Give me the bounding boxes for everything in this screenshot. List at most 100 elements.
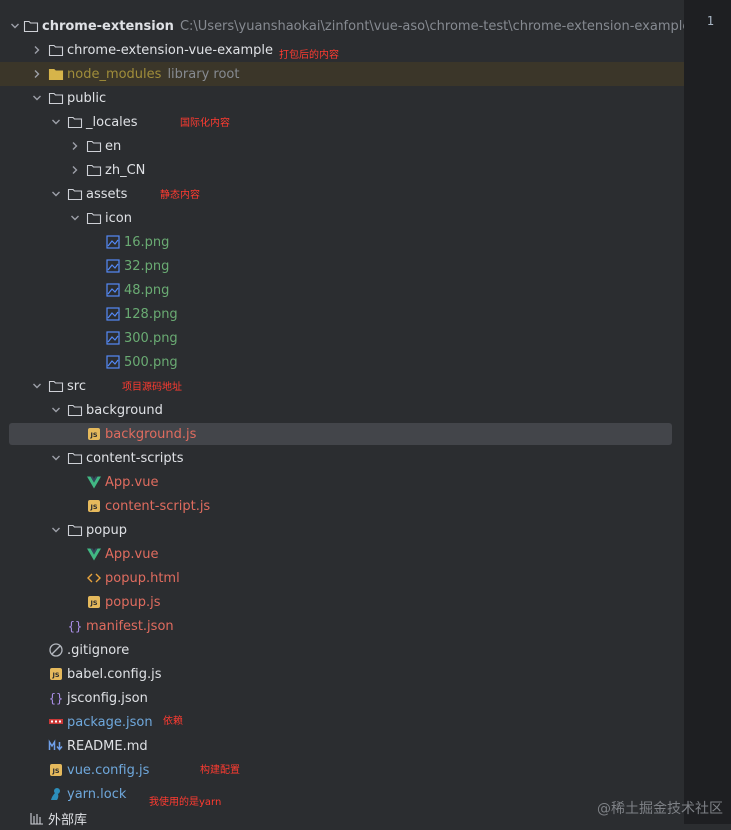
tree-item-external-libraries[interactable]: 外部库: [0, 806, 684, 830]
tree-item-file[interactable]: 128.png: [0, 302, 684, 326]
annotation-source: 项目源码地址: [122, 378, 182, 393]
chevron-down-icon[interactable]: [48, 522, 64, 538]
tree-item-folder[interactable]: popup: [0, 518, 684, 542]
tree-item-label: popup: [86, 523, 127, 538]
chevron-down-icon[interactable]: [48, 114, 64, 130]
folder-icon: [48, 90, 64, 106]
folder-icon: [67, 186, 83, 202]
tree-item-label: 128.png: [124, 307, 178, 322]
json-file-icon: {}: [48, 690, 64, 706]
image-file-icon: [105, 258, 121, 274]
tree-item-label: content-script.js: [105, 499, 210, 514]
tree-item-file[interactable]: package.json: [0, 710, 684, 734]
folder-icon: [48, 42, 64, 58]
line-number: 1: [707, 14, 714, 28]
html-file-icon: [86, 570, 102, 586]
markdown-file-icon: [48, 738, 64, 754]
image-file-icon: [105, 330, 121, 346]
svg-text:{}: {}: [49, 692, 63, 706]
chevron-down-icon[interactable]: [67, 210, 83, 226]
tree-item-file[interactable]: 16.png: [0, 230, 684, 254]
tree-item-file[interactable]: 500.png: [0, 350, 684, 374]
tree-item-file[interactable]: 32.png: [0, 254, 684, 278]
tree-item-file[interactable]: JS vue.config.js: [0, 758, 684, 782]
vue-file-icon: [86, 546, 102, 562]
folder-icon: [86, 162, 102, 178]
tree-item-file[interactable]: JS babel.config.js: [0, 662, 684, 686]
watermark: @稀土掘金技术社区: [597, 798, 723, 818]
annotation-static: 静态内容: [160, 186, 200, 201]
library-folder-icon: [48, 66, 64, 82]
tree-item-label: 48.png: [124, 283, 169, 298]
tree-item-file[interactable]: .gitignore: [0, 638, 684, 662]
tree-item-folder[interactable]: background: [0, 398, 684, 422]
tree-item-label: popup.html: [105, 571, 180, 586]
tree-item-file[interactable]: 300.png: [0, 326, 684, 350]
tree-item-file[interactable]: App.vue: [0, 470, 684, 494]
tree-item-folder[interactable]: zh_CN: [0, 158, 684, 182]
tree-item-label: 32.png: [124, 259, 169, 274]
tree-item-folder[interactable]: public: [0, 86, 684, 110]
vue-file-icon: [86, 474, 102, 490]
tree-item-file[interactable]: yarn.lock: [0, 782, 684, 806]
folder-icon: [23, 18, 39, 34]
tree-item-label: yarn.lock: [67, 787, 126, 802]
folder-icon: [67, 114, 83, 130]
tree-item-label: vue.config.js: [67, 763, 149, 778]
folder-icon: [67, 450, 83, 466]
tree-item-file[interactable]: popup.html: [0, 566, 684, 590]
tree-item-file[interactable]: {} manifest.json: [0, 614, 684, 638]
chevron-right-icon[interactable]: [67, 162, 83, 178]
tree-item-file[interactable]: JS content-script.js: [0, 494, 684, 518]
tree-item-folder[interactable]: src: [0, 374, 684, 398]
tree-item-label: 外部库: [48, 809, 87, 828]
tree-item-file[interactable]: {} jsconfig.json: [0, 686, 684, 710]
tree-item-file-selected[interactable]: JS background.js: [0, 422, 684, 446]
tree-item-folder[interactable]: chrome-extension-vue-example: [0, 38, 684, 62]
tree-item-label: 16.png: [124, 235, 169, 250]
folder-icon: [67, 402, 83, 418]
chevron-down-icon[interactable]: [48, 402, 64, 418]
tree-item-folder[interactable]: _locales: [0, 110, 684, 134]
image-file-icon: [105, 306, 121, 322]
tree-item-library[interactable]: node_modules library root: [0, 62, 684, 86]
json-file-icon: {}: [67, 618, 83, 634]
tree-item-label: node_modules: [67, 67, 161, 82]
tree-root-path: C:\Users\yuanshaokai\zinfont\vue-aso\chr…: [180, 19, 702, 34]
annotation-packaged: 打包后的内容: [279, 46, 339, 61]
chevron-down-icon[interactable]: [48, 450, 64, 466]
tree-item-label: App.vue: [105, 547, 158, 562]
tree-item-folder[interactable]: icon: [0, 206, 684, 230]
tree-item-label: background: [86, 403, 163, 418]
tree-item-label: icon: [105, 211, 132, 226]
tree-item-folder[interactable]: en: [0, 134, 684, 158]
tree-item-folder[interactable]: assets: [0, 182, 684, 206]
chevron-right-icon[interactable]: [67, 138, 83, 154]
chevron-right-icon[interactable]: [29, 42, 45, 58]
chevron-down-icon[interactable]: [48, 186, 64, 202]
tree-item-file[interactable]: JS popup.js: [0, 590, 684, 614]
tree-item-label: content-scripts: [86, 451, 183, 466]
tree-item-label: public: [67, 91, 106, 106]
tree-item-file[interactable]: 48.png: [0, 278, 684, 302]
js-file-icon: JS: [48, 666, 64, 682]
annotation-yarn: 我使用的是yarn: [149, 793, 221, 808]
chevron-down-icon[interactable]: [29, 90, 45, 106]
chevron-down-icon[interactable]: [10, 18, 20, 34]
tree-root-row[interactable]: chrome-extension C:\Users\yuanshaokai\zi…: [0, 14, 684, 38]
chevron-right-icon[interactable]: [29, 66, 45, 82]
tree-item-file[interactable]: README.md: [0, 734, 684, 758]
tree-item-file[interactable]: App.vue: [0, 542, 684, 566]
tree-item-label: .gitignore: [67, 643, 129, 658]
ignore-file-icon: [48, 642, 64, 658]
tree-root-name: chrome-extension: [42, 19, 174, 34]
tree-item-label: background.js: [105, 427, 196, 442]
tree-item-folder[interactable]: content-scripts: [0, 446, 684, 470]
image-file-icon: [105, 354, 121, 370]
yarn-file-icon: [48, 786, 64, 802]
tree-item-label: 500.png: [124, 355, 178, 370]
folder-icon: [86, 138, 102, 154]
tree-item-label: assets: [86, 187, 127, 202]
chevron-down-icon[interactable]: [29, 378, 45, 394]
npm-file-icon: [48, 714, 64, 730]
